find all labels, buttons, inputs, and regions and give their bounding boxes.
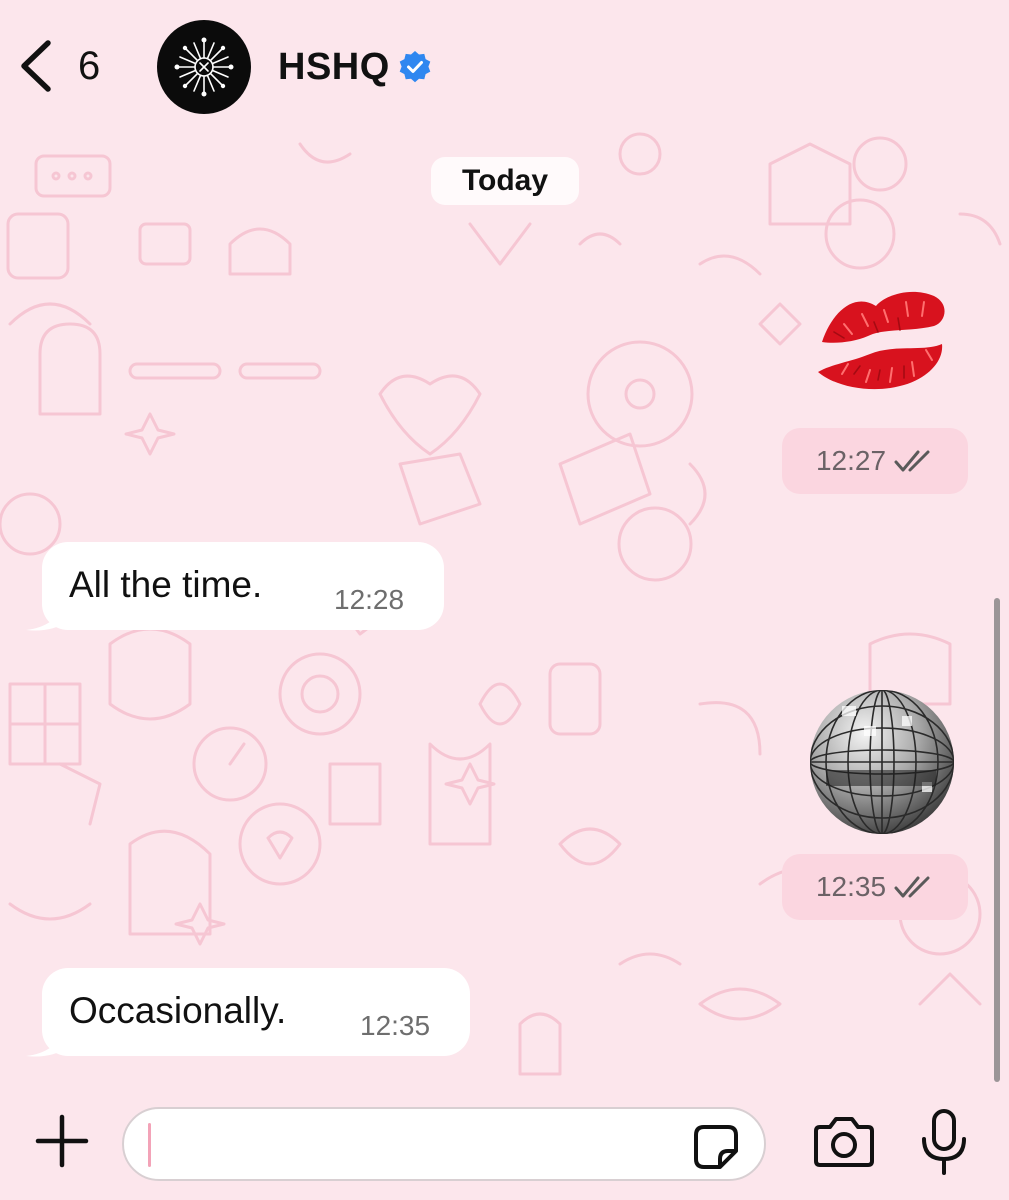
message-time-chip: 12:27 bbox=[782, 428, 968, 494]
back-button[interactable]: 6 bbox=[18, 36, 118, 96]
read-receipt-icon bbox=[894, 450, 930, 472]
sticker-icon[interactable] bbox=[690, 1121, 742, 1173]
message-input-field[interactable] bbox=[122, 1107, 766, 1181]
message-input[interactable] bbox=[152, 1121, 692, 1169]
message-time: 12:35 bbox=[360, 1010, 431, 1041]
avatar-logo-icon bbox=[174, 37, 234, 97]
bubble-tail bbox=[26, 1026, 66, 1057]
camera-icon[interactable] bbox=[812, 1115, 876, 1171]
message-time: 12:35 bbox=[815, 871, 887, 902]
message-text: Occasionally. bbox=[69, 990, 287, 1031]
text-caret bbox=[148, 1123, 151, 1167]
avatar[interactable] bbox=[157, 20, 251, 114]
read-receipt-icon bbox=[894, 876, 930, 898]
incoming-message-bubble[interactable]: Occasionally. 12:35 bbox=[42, 968, 470, 1056]
mirror-ball-sticker[interactable] bbox=[806, 686, 958, 838]
chevron-left-icon bbox=[21, 40, 51, 92]
incoming-message-bubble[interactable]: All the time. 12:28 bbox=[42, 542, 444, 630]
chat-area[interactable]: Today 12:27 All the time. 12:28 12:35 Oc… bbox=[0, 124, 1009, 1089]
plus-icon[interactable] bbox=[32, 1111, 92, 1171]
date-separator: Today bbox=[431, 157, 579, 205]
contact-title[interactable]: HSHQ bbox=[278, 42, 432, 92]
message-time-chip: 12:35 bbox=[782, 854, 968, 920]
message-time: 12:28 bbox=[334, 584, 405, 615]
verified-badge-icon bbox=[399, 51, 431, 83]
bubble-tail bbox=[26, 600, 66, 631]
unread-count: 6 bbox=[78, 44, 101, 88]
message-time: 12:27 bbox=[815, 445, 887, 476]
scrollbar[interactable] bbox=[994, 598, 1000, 1082]
microphone-icon[interactable] bbox=[920, 1107, 968, 1177]
chat-header: 6 HSHQ bbox=[0, 0, 1009, 124]
message-text: All the time. bbox=[69, 564, 263, 605]
kiss-mark-sticker[interactable] bbox=[814, 282, 950, 394]
input-bar bbox=[0, 1089, 1009, 1200]
contact-name: HSHQ bbox=[278, 45, 390, 88]
